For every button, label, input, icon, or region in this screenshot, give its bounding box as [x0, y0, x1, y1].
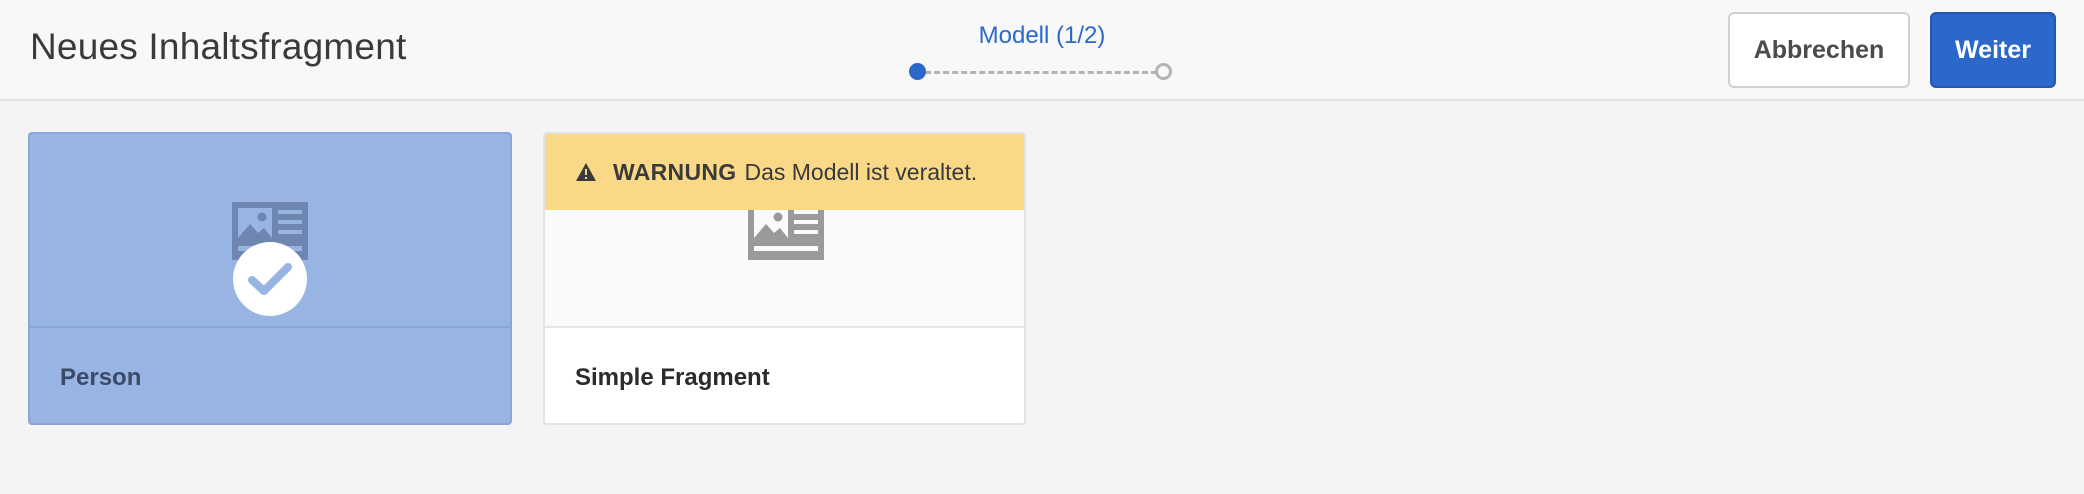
warning-text: Das Modell ist veraltet.: [744, 158, 978, 185]
top-bar: Neues Inhaltsfragment Modell (1/2) Abbre…: [0, 0, 2084, 101]
fragment-model-icon: [748, 202, 824, 260]
next-button[interactable]: Weiter: [1930, 12, 2056, 88]
model-card-simple-fragment[interactable]: WARNUNG Das Modell ist veraltet. Simple …: [543, 132, 1026, 425]
wizard-progress: Modell (1/2): [909, 18, 1172, 88]
warning-icon: [576, 163, 596, 181]
deprecation-warning-banner: WARNUNG Das Modell ist veraltet.: [545, 134, 1024, 210]
card-thumbnail: [30, 134, 510, 328]
cancel-button[interactable]: Abbrechen: [1728, 12, 1910, 88]
selected-check-icon: [233, 242, 307, 316]
page-title: Neues Inhaltsfragment: [30, 26, 407, 67]
model-card-person[interactable]: Person: [28, 132, 512, 425]
wizard-step-label: Modell (1/2): [978, 22, 1106, 49]
warning-label: WARNUNG: [613, 158, 737, 185]
wizard-track: [916, 71, 1166, 74]
card-title: Simple Fragment: [575, 364, 770, 391]
card-title: Person: [60, 364, 142, 391]
wizard-step-1-indicator: [909, 63, 926, 80]
wizard-step-2-indicator: [1155, 63, 1172, 80]
